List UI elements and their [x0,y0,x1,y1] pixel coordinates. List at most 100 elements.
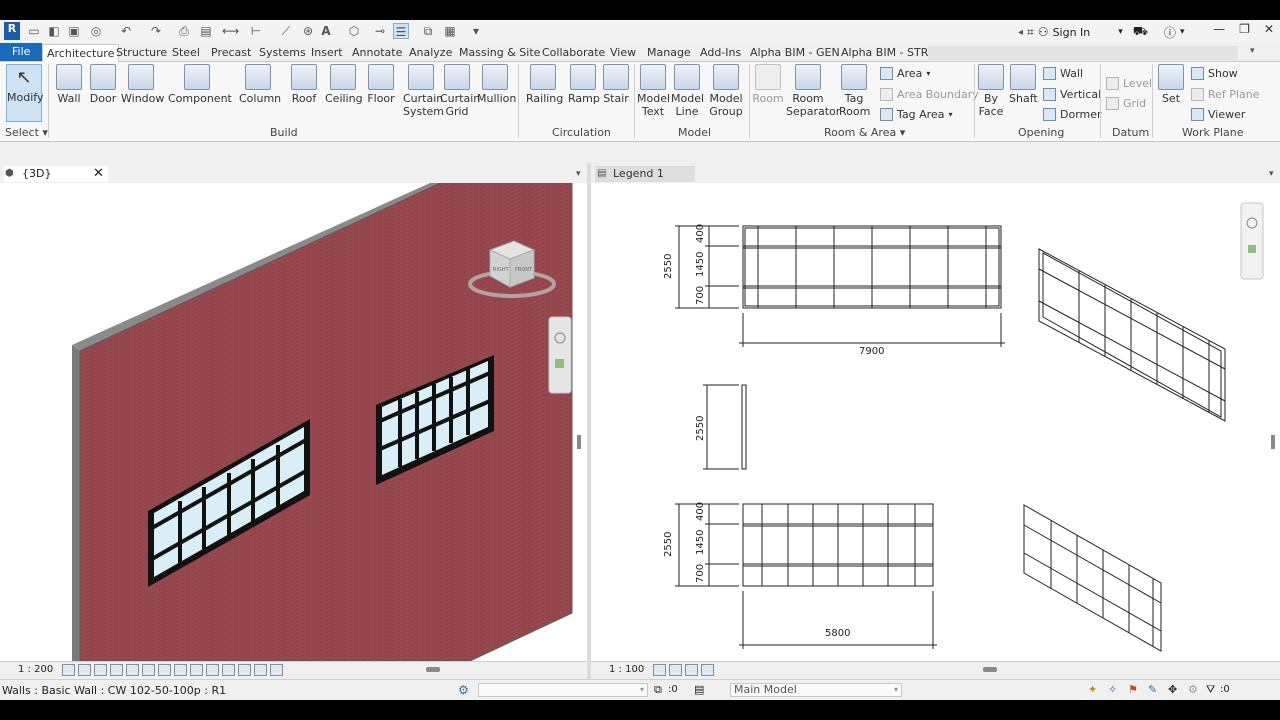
curtain-system-button[interactable]: Curtain System [403,64,444,118]
shadows-icon[interactable] [110,664,123,676]
ribbon-options-icon[interactable]: ▾ [1250,46,1255,56]
vertical-scroll-handle[interactable] [1271,435,1275,449]
binoculars-icon[interactable]: ⌗ [1027,25,1034,40]
dimension-icon[interactable]: ⊢ [248,23,264,39]
highlight-icon[interactable] [254,664,267,676]
render-icon[interactable] [126,664,139,676]
select-links-icon[interactable]: ✦ [1088,683,1102,697]
switch-windows-icon[interactable]: ▦ [442,23,458,39]
shaft-button[interactable]: Shaft [1009,64,1038,105]
text-icon[interactable]: A [318,23,334,39]
roof-button[interactable]: Roof [290,64,318,105]
stair-button[interactable]: Stair [602,64,630,105]
tab-massing-site[interactable]: Massing & Site [455,44,544,62]
ramp-button[interactable]: Ramp [568,64,600,105]
by-face-button[interactable]: By Face [978,64,1004,118]
level-button[interactable]: Level [1106,77,1152,90]
minimize-icon[interactable]: — [1213,22,1225,36]
tab-alpha-bim-gen[interactable]: Alpha BIM - GEN [746,44,844,62]
mullion-button[interactable]: Mullion [477,64,516,105]
recent-icon[interactable]: ▭ [26,23,42,39]
select-by-face-icon[interactable]: ✎ [1148,683,1162,697]
print-icon[interactable]: ⎙ [176,23,192,39]
tab-insert[interactable]: Insert [307,44,347,62]
analytical-icon[interactable] [238,664,251,676]
workset-dropdown[interactable]: ▾ [478,683,648,697]
worksets-icon[interactable]: ⚙ [458,683,472,697]
visual-style-icon[interactable] [669,664,682,676]
print-preview-icon[interactable]: ▤ [198,23,214,39]
sun-path-icon[interactable] [94,664,107,676]
ref-plane-button[interactable]: Ref Plane [1191,88,1259,101]
horizontal-scroll-handle[interactable] [983,667,997,672]
restore-icon[interactable]: ❐ [1239,22,1250,36]
tab-architecture[interactable]: Architecture [42,44,120,62]
detail-level-icon[interactable] [62,664,75,676]
room-separator-button[interactable]: Room Separator [786,64,840,118]
measure-icon[interactable]: ⟷ [222,23,239,39]
tab-alpha-bim-str[interactable]: Alpha BIM - STR [837,44,932,62]
sign-in[interactable]: ◂ ⌗ ⚇ Sign In ▾ ⛟ ⓘ ▾ [1018,24,1184,40]
model-line-button[interactable]: Model Line [671,64,704,118]
wall-opening-button[interactable]: Wall [1043,67,1083,80]
dormer-button[interactable]: Dormer [1043,108,1102,121]
customize-qat-icon[interactable]: ▾ [468,23,484,39]
section-icon[interactable]: ⊸ [372,23,388,39]
reveal-hidden-icon[interactable] [701,664,714,676]
tag-area-button[interactable]: Tag Area ▾ [880,108,952,121]
reveal-hidden-icon[interactable] [206,664,219,676]
viewer-button[interactable]: Viewer [1191,108,1245,121]
tag-icon[interactable]: ⊛ [300,23,316,39]
horizontal-scroll-handle[interactable] [426,667,440,672]
lock-3d-icon[interactable] [174,664,187,676]
close-view-icon[interactable]: ✕ [93,166,104,181]
sync-icon[interactable]: ◎ [88,23,104,39]
undo-icon[interactable]: ↶ [118,23,134,39]
drag-elements-icon[interactable]: ✥ [1168,683,1182,697]
area-boundary-button[interactable]: Area Boundary [880,88,979,101]
navigation-bar[interactable] [1240,202,1264,280]
tab-legend-view[interactable]: Legend 1 [595,166,695,182]
curtain-grid-button[interactable]: Curtain Grid [440,64,480,118]
tag-room-button[interactable]: Tag Room [839,64,870,118]
show-button[interactable]: Show [1191,67,1238,80]
legend-viewport[interactable]: 2550 400 1450 700 7900 2550 2550 400 145… [591,183,1280,661]
vertical-button[interactable]: Vertical [1043,88,1101,101]
tab-file[interactable]: File [0,43,43,61]
cart-icon[interactable]: ⛟ [1133,24,1148,40]
worksharing-icon[interactable] [222,664,235,676]
open-icon[interactable]: ◧ [46,23,62,39]
modify-button[interactable]: ↖ Modify [6,64,43,122]
constraints-icon[interactable] [270,664,283,676]
temp-hide-icon[interactable] [190,664,203,676]
caret-left-icon[interactable]: ◂ [1018,27,1023,38]
navigation-bar[interactable] [548,316,572,394]
column-button[interactable]: Column [239,64,281,105]
user-icon[interactable]: ⚇ [1038,25,1049,39]
select-pinned-icon[interactable]: ⚑ [1128,683,1142,697]
filter-icon[interactable]: ⛛ [1206,683,1220,697]
view-scale[interactable]: 1 : 200 [18,664,53,675]
tab-precast[interactable]: Precast [207,44,255,62]
help-icon[interactable]: ⓘ [1164,24,1176,41]
ceiling-button[interactable]: Ceiling [325,64,363,105]
show-crop-icon[interactable] [158,664,171,676]
close-icon[interactable]: ✕ [1264,22,1274,36]
tab-manage[interactable]: Manage [643,44,695,62]
wall-button[interactable]: Wall [54,64,84,105]
tab-structure[interactable]: Structure [112,44,171,62]
visual-style-icon[interactable] [78,664,91,676]
component-button[interactable]: Component [168,64,232,105]
view-menu-icon[interactable]: ▾ [576,169,581,179]
tab-analyze[interactable]: Analyze [405,44,456,62]
panel-select-label[interactable]: Select ▾ [5,126,48,139]
3d-view-icon[interactable]: ⬡ [346,23,362,39]
design-option-dropdown[interactable]: Main Model ▾ [730,683,902,697]
view-menu-icon[interactable]: ▾ [1269,169,1274,179]
tab-view[interactable]: View [606,44,640,62]
room-button[interactable]: Room [752,64,784,105]
redo-icon[interactable]: ↷ [148,23,164,39]
door-button[interactable]: Door [89,64,117,105]
panel-room-area-label[interactable]: Room & Area ▾ [824,126,905,139]
tab-annotate[interactable]: Annotate [348,44,406,62]
